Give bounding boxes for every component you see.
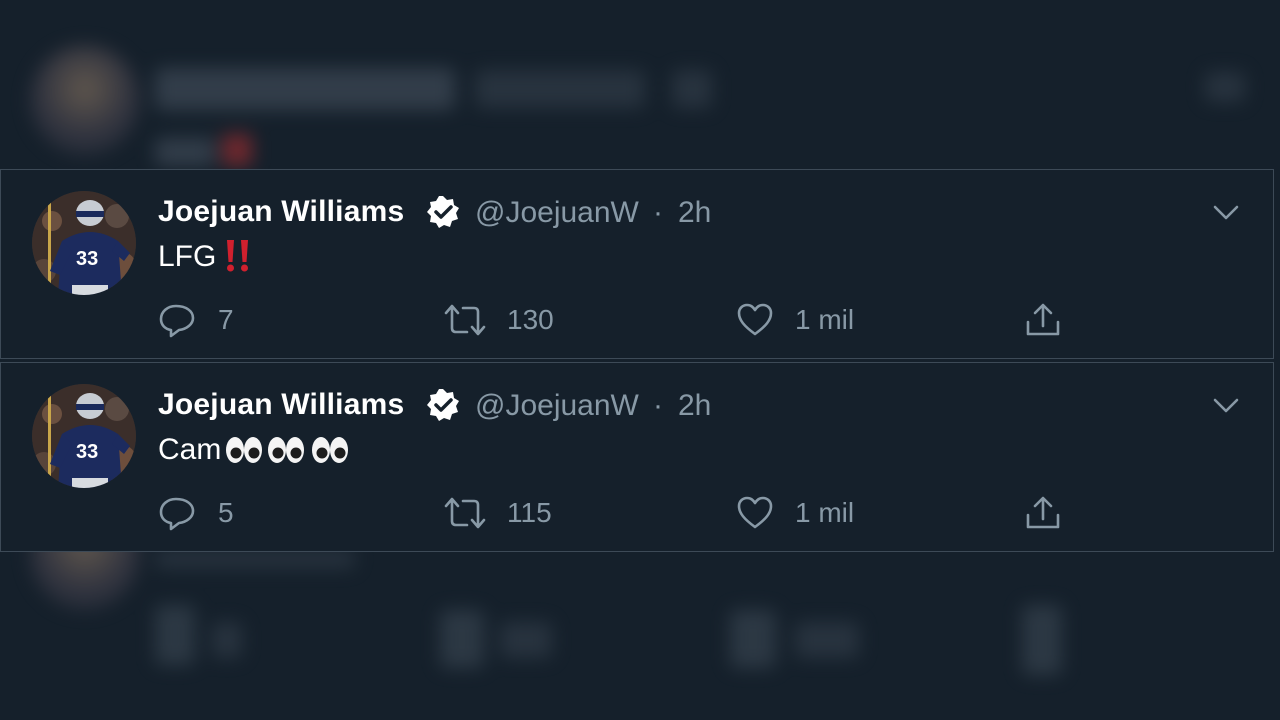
chevron-down-icon[interactable] xyxy=(1210,200,1242,226)
eyes-emoji-icon xyxy=(312,437,348,463)
jersey-number: 33 xyxy=(76,248,98,270)
verified-badge-icon xyxy=(427,389,459,421)
verified-badge-icon xyxy=(427,196,459,228)
jersey-number: 33 xyxy=(76,441,98,463)
blurred-reply-count-bottom xyxy=(212,622,242,658)
share-button[interactable] xyxy=(1025,495,1065,531)
blurred-text-top xyxy=(155,138,215,166)
share-icon xyxy=(1026,496,1060,529)
blurred-avatar-top xyxy=(30,45,140,155)
reply-count: 7 xyxy=(218,304,234,335)
blurred-like-bottom xyxy=(730,610,776,668)
avatar-image-icon: 33 xyxy=(32,191,136,295)
eyes-emoji-icon xyxy=(226,437,262,463)
avatar-image-icon: 33 xyxy=(32,384,136,488)
tweet-card[interactable]: 33 Joejuan Williams @JoejuanW · 2h LFG 7 xyxy=(0,169,1274,359)
blurred-caret-top xyxy=(1205,72,1245,102)
tweet-text: LFG xyxy=(158,240,217,273)
tweet-card[interactable]: 33 Joejuan Williams @JoejuanW · 2h Cam 5… xyxy=(0,362,1274,552)
share-icon xyxy=(1026,303,1060,336)
user-handle[interactable]: @JoejuanW xyxy=(475,389,639,423)
timestamp[interactable]: 2h xyxy=(678,196,711,230)
display-name[interactable]: Joejuan Williams xyxy=(158,388,404,422)
blurred-retweet-bottom xyxy=(440,610,484,668)
blurred-emoji-top xyxy=(222,134,252,166)
avatar[interactable]: 33 xyxy=(32,191,136,295)
separator-dot: · xyxy=(653,196,663,229)
tweet-text: Cam xyxy=(158,433,222,466)
eyes-emoji-icon xyxy=(268,437,304,463)
timestamp[interactable]: 2h xyxy=(678,389,711,423)
blurred-name-top xyxy=(155,68,455,110)
retweet-count: 130 xyxy=(507,304,554,335)
blurred-reply-bottom xyxy=(155,605,195,665)
share-button[interactable] xyxy=(1025,302,1065,338)
reply-icon xyxy=(159,304,195,338)
reply-button[interactable]: 5 xyxy=(158,495,278,531)
timeline: 33 Joejuan Williams @JoejuanW · 2h LFG 7 xyxy=(0,0,1280,720)
like-count: 1 mil xyxy=(795,497,855,528)
display-name[interactable]: Joejuan Williams xyxy=(158,195,404,229)
blurred-retweet-count-bottom xyxy=(500,622,552,658)
reply-icon xyxy=(159,497,195,531)
blurred-share-bottom xyxy=(1022,605,1062,675)
retweet-icon xyxy=(444,304,486,336)
blurred-handle-top xyxy=(475,70,645,108)
heart-icon xyxy=(737,303,773,336)
retweet-count: 115 xyxy=(507,497,552,528)
blurred-like-count-bottom xyxy=(795,622,859,658)
like-button[interactable]: 1 mil xyxy=(736,302,886,338)
chevron-down-icon[interactable] xyxy=(1210,393,1242,419)
retweet-icon xyxy=(444,497,486,529)
separator-dot: · xyxy=(653,389,663,422)
blurred-time-top xyxy=(672,70,712,108)
like-button[interactable]: 1 mil xyxy=(736,495,886,531)
retweet-button[interactable]: 130 xyxy=(443,302,583,338)
blurred-text-bottom xyxy=(155,550,355,568)
double-exclamation-emoji-icon xyxy=(227,240,248,272)
heart-icon xyxy=(737,496,773,529)
reply-button[interactable]: 7 xyxy=(158,302,278,338)
user-handle[interactable]: @JoejuanW xyxy=(475,196,639,230)
blurred-background xyxy=(0,0,1280,720)
retweet-button[interactable]: 115 xyxy=(443,495,583,531)
avatar[interactable]: 33 xyxy=(32,384,136,488)
reply-count: 5 xyxy=(218,497,234,528)
like-count: 1 mil xyxy=(795,304,855,335)
